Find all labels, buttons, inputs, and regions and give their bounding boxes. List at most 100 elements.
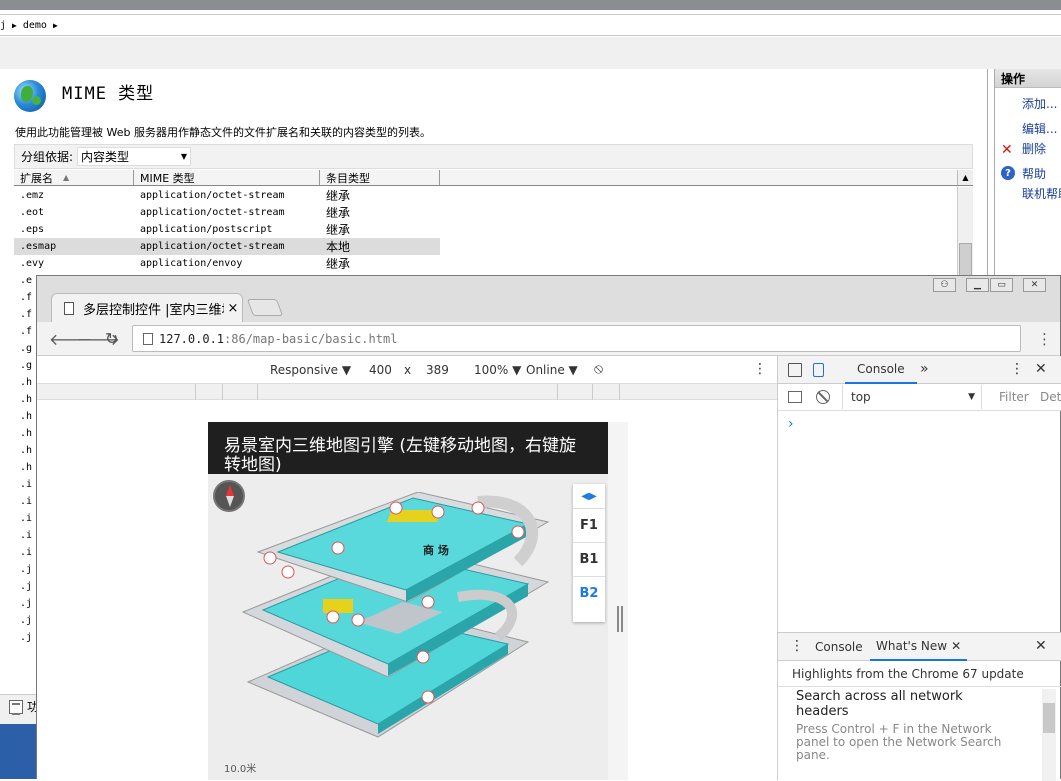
log-levels-select[interactable]: Det bbox=[1040, 390, 1061, 404]
page-info-icon[interactable] bbox=[143, 332, 153, 345]
breadcrumb-arrow-icon: ▶ bbox=[12, 20, 17, 30]
viewport-width-input[interactable]: 400 bbox=[369, 363, 392, 377]
map-scale-label: 10.0米 bbox=[224, 764, 257, 775]
tab-console[interactable]: Console bbox=[845, 356, 917, 384]
iis-address-bar[interactable]: j ▶ demo ▶ bbox=[0, 14, 1061, 36]
breadcrumb-arrow-icon[interactable]: ▶ bbox=[53, 21, 58, 30]
device-menu-icon[interactable]: ⋮ bbox=[753, 361, 767, 377]
group-by-select[interactable]: 内容类型 ▼ bbox=[77, 147, 192, 166]
address-bar[interactable]: 127.0.0.1:86/map-basic/basic.html bbox=[132, 325, 1021, 352]
url-path: :86/map-basic/basic.html bbox=[224, 331, 398, 346]
cell-mime-type: application/octet-stream bbox=[140, 190, 285, 201]
column-header-label: 扩展名 bbox=[20, 171, 53, 185]
help-icon: ? bbox=[1001, 166, 1015, 180]
close-drawer-icon[interactable]: ✕ bbox=[1035, 638, 1047, 654]
cell-entry-type: 继承 bbox=[326, 206, 351, 220]
breadcrumb: j ▶ demo ▶ bbox=[0, 20, 58, 31]
console-filter-input[interactable]: Filter bbox=[999, 390, 1029, 404]
table-row[interactable]: .evy application/envoy 继承 bbox=[14, 255, 957, 272]
url-host: 127.0.0.1 bbox=[159, 331, 225, 346]
more-tabs-icon[interactable]: » bbox=[920, 361, 929, 377]
collapse-floors-icon[interactable]: ◀▶ bbox=[573, 484, 605, 508]
floor-b2-button[interactable]: B2 bbox=[573, 576, 605, 610]
table-row[interactable]: .eot application/octet-stream 继承 bbox=[14, 204, 957, 221]
whats-new-card[interactable]: Search across all network headers Press … bbox=[796, 689, 1006, 762]
drawer-tabbar: ⋮ Console What's New ✕ ✕ bbox=[778, 633, 1061, 661]
scrollbar-thumb[interactable] bbox=[1043, 703, 1055, 733]
cell-extension: .eps bbox=[20, 224, 45, 235]
breadcrumb-item-root[interactable]: j bbox=[0, 20, 6, 31]
chrome-toolbar: 🡐 🡒 ↻ 127.0.0.1:86/map-basic/basic.html … bbox=[37, 322, 1060, 356]
add-action[interactable]: 添加... bbox=[1022, 95, 1057, 112]
table-row[interactable]: .esmap application/octet-stream 本地 bbox=[14, 238, 440, 255]
group-by-label: 分组依据: bbox=[21, 150, 74, 164]
drawer-tab-console[interactable]: Console bbox=[815, 640, 863, 654]
cell-extension: .emz bbox=[20, 190, 45, 201]
breadcrumb-item-demo[interactable]: demo bbox=[23, 20, 47, 31]
cell-mime-type: application/octet-stream bbox=[140, 241, 285, 252]
devtools-menu-icon[interactable]: ⋮ bbox=[1010, 361, 1024, 377]
column-header-entry-type[interactable]: 条目类型 bbox=[320, 170, 440, 185]
cell-entry-type: 继承 bbox=[326, 189, 351, 203]
devtools-drawer: ⋮ Console What's New ✕ ✕ Highlights from… bbox=[778, 632, 1061, 781]
delete-icon: ✕ bbox=[1001, 142, 1013, 158]
delete-action[interactable]: 删除 bbox=[1022, 140, 1046, 157]
device-mode-select[interactable]: Responsive ▼ bbox=[270, 363, 351, 377]
drawer-scrollbar[interactable] bbox=[1042, 689, 1056, 781]
table-row[interactable]: .eps application/postscript 继承 bbox=[14, 221, 957, 238]
minimize-icon[interactable]: ▁ bbox=[966, 278, 989, 292]
devtools-tabbar: Console » ⋮ ✕ bbox=[778, 356, 1061, 384]
cell-mime-type: application/postscript bbox=[140, 224, 273, 235]
floor-b1-button[interactable]: B1 bbox=[573, 542, 605, 576]
drawer-tab-whats-new[interactable]: What's New ✕ bbox=[870, 633, 968, 661]
sort-ascending-icon: ▲ bbox=[63, 173, 70, 182]
maximize-icon[interactable]: ▭ bbox=[990, 278, 1013, 292]
close-window-icon[interactable]: ✕ bbox=[1023, 278, 1046, 292]
iis-toolbar-area bbox=[0, 37, 1061, 69]
column-header-label: 条目类型 bbox=[326, 171, 370, 185]
rotate-icon[interactable]: ⦸ bbox=[594, 361, 603, 377]
close-devtools-icon[interactable]: ✕ bbox=[1035, 361, 1047, 377]
context-select[interactable]: top ▼ bbox=[842, 385, 982, 409]
clear-console-icon[interactable] bbox=[816, 390, 830, 404]
viewport-resize-handle[interactable] bbox=[617, 606, 623, 632]
chrome-menu-icon[interactable]: ⋮ bbox=[1037, 330, 1052, 348]
edit-action[interactable]: 编辑... bbox=[1022, 120, 1057, 137]
page-scrollbar[interactable] bbox=[608, 422, 628, 780]
table-row[interactable]: .emz application/octet-stream 继承 bbox=[14, 187, 957, 204]
reload-icon[interactable]: ↻ bbox=[105, 329, 118, 348]
online-help-action[interactable]: 联机帮助 bbox=[1022, 185, 1061, 202]
inspect-element-icon[interactable] bbox=[788, 363, 802, 377]
floor-switcher: ◀▶ F1 B1 B2 bbox=[573, 484, 605, 622]
media-query-ruler bbox=[37, 384, 777, 400]
close-tab-icon[interactable]: ✕ bbox=[951, 639, 961, 653]
zoom-select[interactable]: 100% ▼ bbox=[474, 363, 521, 377]
features-view-tab[interactable]: 功 bbox=[0, 694, 40, 724]
console-toolbar: top ▼ Filter Det bbox=[778, 384, 1061, 411]
chrome-tabstrip: ⚇ ▁ ▭ ✕ 多层控制控件 |室内三维地 × bbox=[37, 276, 1060, 322]
whats-new-card-title: Search across all network headers bbox=[796, 689, 963, 719]
console-prompt[interactable]: › bbox=[788, 416, 794, 432]
cell-entry-type: 继承 bbox=[326, 257, 351, 271]
whats-new-card-desc: Press Control + F in the Network panel t… bbox=[796, 722, 1002, 762]
column-header-extension[interactable]: 扩展名 ▲ bbox=[14, 170, 134, 185]
actions-pane: 操作 添加... 编辑... ✕ 删除 ? 帮助 联机帮助 bbox=[994, 69, 1061, 283]
profile-icon[interactable]: ⚇ bbox=[933, 278, 956, 292]
help-action[interactable]: 帮助 bbox=[1022, 165, 1046, 182]
features-view-icon bbox=[9, 700, 23, 715]
sidebar-toggle-icon[interactable] bbox=[788, 391, 802, 403]
column-header-mime[interactable]: MIME 类型 bbox=[134, 170, 320, 185]
scroll-up-button[interactable]: ▲ bbox=[957, 170, 973, 185]
network-throttle-select[interactable]: Online ▼ bbox=[526, 363, 578, 377]
new-tab-button[interactable] bbox=[246, 299, 284, 316]
indoor-3d-map[interactable] bbox=[228, 492, 558, 762]
close-tab-icon[interactable]: × bbox=[224, 301, 242, 316]
device-toggle-icon[interactable] bbox=[813, 363, 824, 377]
map-viewport[interactable]: 易景室内三维地图引擎 (左键移动地图，右键旋转地图) 商 场 ◀▶ F1 B1 … bbox=[208, 422, 608, 780]
drawer-menu-icon[interactable]: ⋮ bbox=[790, 638, 804, 654]
floor-f1-button[interactable]: F1 bbox=[573, 508, 605, 542]
viewport-height-input[interactable]: 389 bbox=[426, 363, 449, 377]
devtools-panel: Console » ⋮ ✕ top ▼ Filter Det › ⋮ Conso… bbox=[777, 356, 1061, 781]
browser-tab[interactable]: 多层控制控件 |室内三维地 × bbox=[51, 293, 243, 322]
actions-title: 操作 bbox=[995, 69, 1061, 88]
